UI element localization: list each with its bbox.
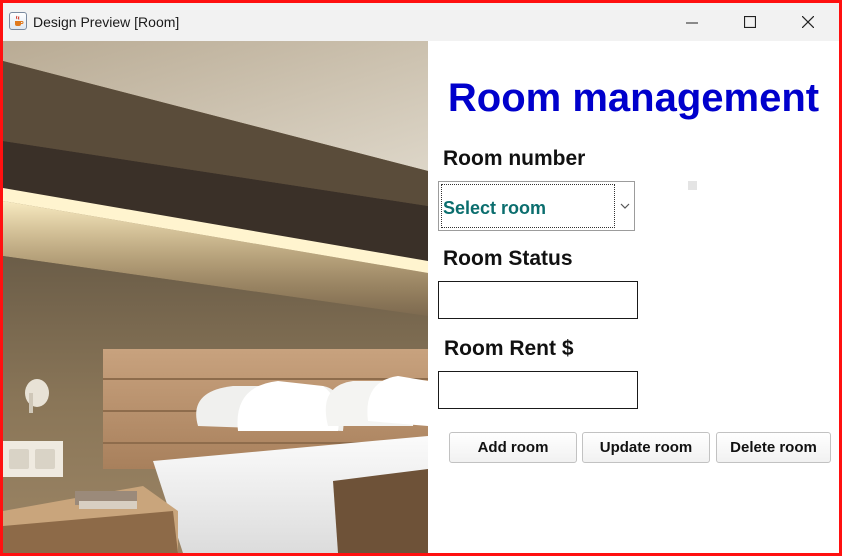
chevron-down-icon (620, 203, 630, 209)
room-number-select[interactable]: Select room (438, 181, 635, 231)
minimize-button[interactable] (663, 3, 721, 41)
delete-room-button[interactable]: Delete room (716, 432, 831, 463)
java-icon (9, 12, 27, 30)
close-icon (802, 16, 814, 28)
room-number-selected-value: Select room (443, 198, 547, 218)
page-title: Room management (447, 76, 820, 120)
window-title: Design Preview [Room] (33, 14, 180, 30)
room-status-input[interactable] (438, 281, 638, 319)
title-bar: Design Preview [Room] (3, 3, 839, 41)
room-rent-label: Room Rent $ (444, 337, 574, 360)
minimize-icon (686, 22, 698, 24)
update-room-button[interactable]: Update room (582, 432, 710, 463)
room-number-label: Room number (443, 147, 586, 170)
maximize-button[interactable] (721, 3, 779, 41)
close-button[interactable] (779, 3, 837, 41)
room-rent-input[interactable] (438, 371, 638, 409)
maximize-icon (744, 16, 756, 28)
add-room-button[interactable]: Add room (449, 432, 577, 463)
room-status-label: Room Status (443, 247, 573, 270)
hotel-room-photo (3, 41, 428, 553)
small-placeholder-square (688, 181, 697, 190)
